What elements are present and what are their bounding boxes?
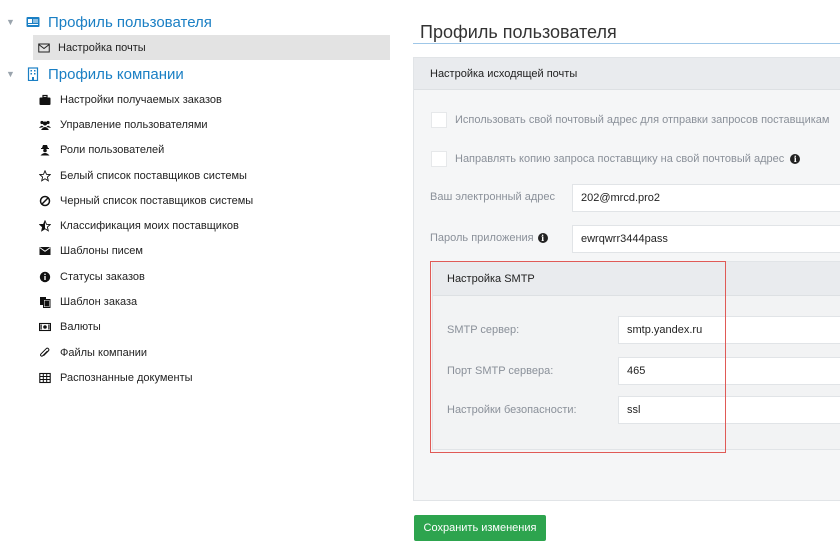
- smtp-security-field[interactable]: [618, 396, 840, 424]
- sidebar-item-label: Файлы компании: [60, 346, 148, 359]
- caret-down-icon[interactable]: ▼: [6, 69, 16, 79]
- sidebar-item-label: Белый список поставщиков системы: [60, 169, 247, 182]
- sidebar-item-label: Роли пользователей: [60, 144, 165, 157]
- own-address-option[interactable]: Использовать свой почтовый адрес для отп…: [431, 112, 829, 128]
- panel-title: Настройка исходящей почты: [414, 58, 840, 90]
- sidebar-item-label: Шаблоны писем: [60, 245, 143, 258]
- sidebar-item-label: Шаблон заказа: [60, 296, 138, 309]
- checkbox-label: Направлять копию запроса поставщику на с…: [455, 153, 785, 165]
- envelope-icon: [38, 245, 52, 257]
- smtp-security-label: Настройки безопасности:: [447, 404, 577, 416]
- email-field[interactable]: [572, 184, 840, 212]
- sidebar-item-supplier-classification[interactable]: Классификация моих поставщиков: [38, 213, 253, 238]
- sidebar-section-label: Профиль пользователя: [48, 13, 212, 31]
- sidebar-item-label: Валюты: [60, 321, 101, 334]
- email-label: Ваш электронный адрес: [430, 191, 555, 203]
- sidebar-item-label: Распознанные документы: [60, 371, 193, 384]
- own-address-checkbox[interactable]: [431, 112, 447, 128]
- copy-request-option[interactable]: Направлять копию запроса поставщику на с…: [431, 151, 801, 167]
- smtp-settings-box: Настройка SMTP SMTP сервер: Порт SMTP се…: [432, 261, 840, 450]
- sidebar-item-user-management[interactable]: Управление пользователями: [38, 112, 253, 137]
- sidebar-section-user-profile[interactable]: ▼ Профиль пользователя: [6, 10, 212, 34]
- copy-icon: [38, 296, 52, 309]
- page-title: Профиль пользователя: [420, 22, 617, 43]
- money-icon: [38, 321, 52, 333]
- sidebar-section-label: Профиль компании: [48, 65, 184, 83]
- sidebar-item-blacklist[interactable]: Черный список поставщиков системы: [38, 188, 253, 213]
- sidebar-item-recognized-docs[interactable]: Распознанные документы: [38, 365, 253, 390]
- sidebar-item-label: Настройка почты: [58, 41, 146, 54]
- app-password-label-text: Пароль приложения: [430, 232, 534, 244]
- sidebar-item-order-template[interactable]: Шаблон заказа: [38, 289, 253, 314]
- app-password-label: Пароль приложения i: [430, 232, 548, 244]
- sidebar-item-label: Черный список поставщиков системы: [60, 194, 254, 207]
- info-icon[interactable]: i: [790, 154, 801, 164]
- star-half-icon: [38, 220, 52, 232]
- sidebar: ▼ Профиль пользователя Настройка почты ▼: [0, 0, 400, 557]
- smtp-server-field[interactable]: [618, 316, 840, 344]
- title-divider: [413, 43, 840, 44]
- paperclip-icon: [38, 347, 52, 359]
- envelope-outline-icon: [38, 42, 50, 54]
- caret-down-icon[interactable]: ▼: [6, 17, 16, 27]
- sidebar-item-label: Настройки получаемых заказов: [60, 93, 222, 106]
- star-outline-icon: [38, 169, 52, 182]
- sidebar-item-email-templates[interactable]: Шаблоны писем: [38, 239, 253, 264]
- smtp-server-label: SMTP сервер:: [447, 324, 520, 336]
- app-password-field[interactable]: [572, 225, 840, 253]
- id-card-icon: [26, 15, 40, 29]
- sidebar-item-order-settings[interactable]: Настройки получаемых заказов: [38, 87, 253, 112]
- sidebar-section-company-profile[interactable]: ▼ Профиль компании: [6, 62, 184, 86]
- checkbox-label: Использовать свой почтовый адрес для отп…: [455, 114, 830, 126]
- sidebar-item-label: Управление пользователями: [60, 118, 208, 131]
- copy-request-checkbox[interactable]: [431, 151, 447, 167]
- save-button[interactable]: Сохранить изменения: [414, 515, 546, 541]
- sidebar-item-user-roles[interactable]: Роли пользователей: [38, 138, 253, 163]
- sidebar-item-currencies[interactable]: Валюты: [38, 315, 253, 340]
- smtp-port-field[interactable]: [618, 357, 840, 385]
- sidebar-item-whitelist[interactable]: Белый список поставщиков системы: [38, 163, 253, 188]
- outgoing-mail-panel: Настройка исходящей почты Использовать с…: [413, 57, 840, 501]
- user-secret-icon: [38, 144, 52, 156]
- info-icon[interactable]: i: [537, 233, 548, 243]
- briefcase-icon: [38, 94, 52, 106]
- company-menu: Настройки получаемых заказов Управление …: [38, 87, 253, 391]
- sidebar-item-mail-settings[interactable]: Настройка почты: [33, 35, 390, 60]
- smtp-title: Настройка SMTP: [433, 262, 840, 296]
- table-icon: [38, 372, 52, 384]
- users-icon: [38, 119, 52, 131]
- email-label-text: Ваш электронный адрес: [430, 191, 555, 203]
- sidebar-item-label: Классификация моих поставщиков: [60, 220, 239, 233]
- building-icon: [26, 67, 40, 82]
- sidebar-item-company-files[interactable]: Файлы компании: [38, 340, 253, 365]
- sidebar-item-label: Статусы заказов: [60, 270, 145, 283]
- info-circle-icon: [38, 271, 52, 283]
- sidebar-item-order-statuses[interactable]: Статусы заказов: [38, 264, 253, 289]
- smtp-port-label: Порт SMTP сервера:: [447, 365, 554, 377]
- ban-icon: [38, 195, 52, 207]
